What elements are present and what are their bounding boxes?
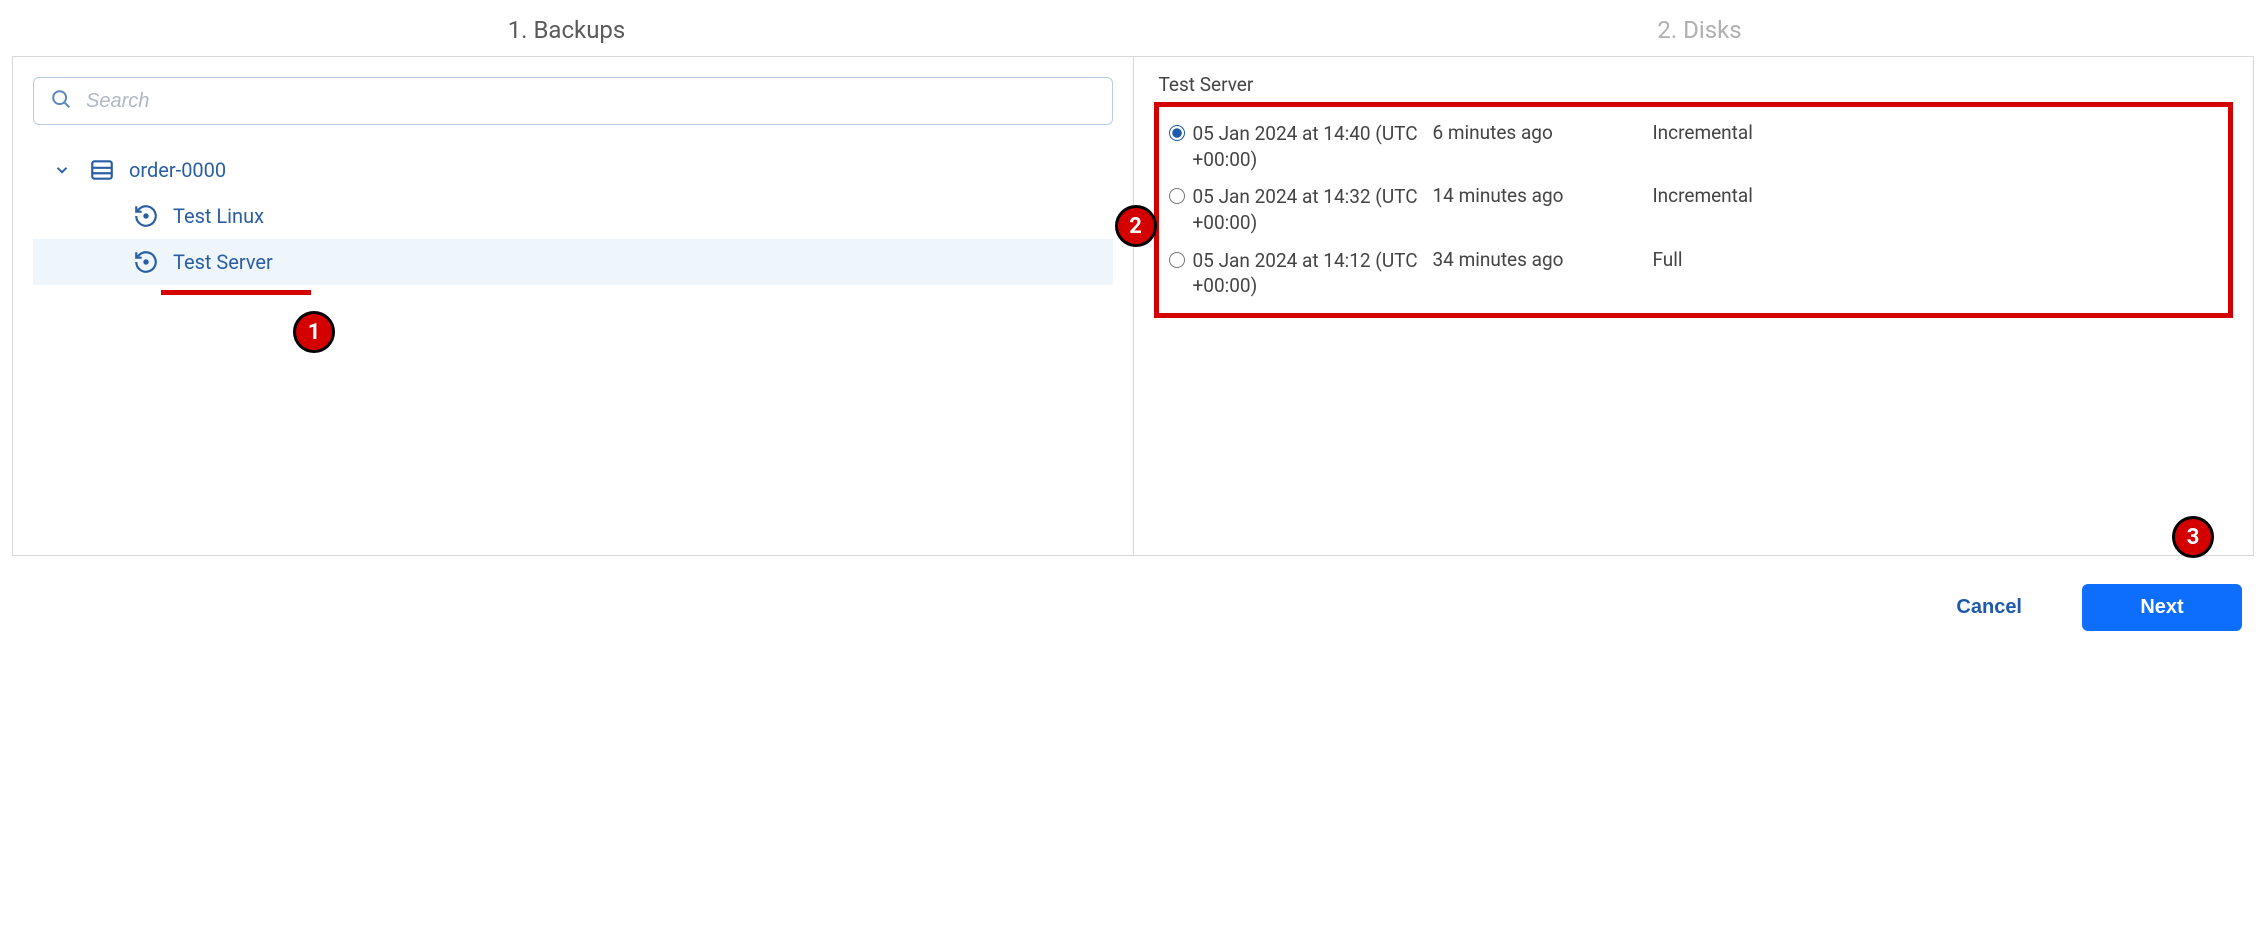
cancel-button[interactable]: Cancel xyxy=(1920,584,2058,631)
backup-row[interactable]: 05 Jan 2024 at 14:12 (UTC +00:00) 34 min… xyxy=(1169,242,2219,305)
tree-node-parent[interactable]: order-0000 xyxy=(33,147,1113,193)
backup-radio[interactable] xyxy=(1169,188,1185,204)
annotation-badge-3: 3 xyxy=(2172,516,2214,558)
annotation-badge-1: 1 xyxy=(293,311,335,353)
backup-ago: 14 minutes ago xyxy=(1433,184,1653,207)
search-input[interactable] xyxy=(86,90,1096,113)
backup-ago: 6 minutes ago xyxy=(1433,121,1653,144)
footer: Cancel Next 3 xyxy=(0,556,2266,659)
backup-tree: order-0000 Test Linux Test Server xyxy=(33,147,1113,285)
backup-row[interactable]: 05 Jan 2024 at 14:40 (UTC +00:00) 6 minu… xyxy=(1169,115,2219,178)
backup-row[interactable]: 05 Jan 2024 at 14:32 (UTC +00:00) 14 min… xyxy=(1169,178,2219,241)
wizard-step-disks: 2. Disks xyxy=(1133,16,2266,44)
right-panel: Test Server 05 Jan 2024 at 14:40 (UTC +0… xyxy=(1134,57,2254,555)
backup-type: Incremental xyxy=(1653,121,2219,144)
backup-list: 05 Jan 2024 at 14:40 (UTC +00:00) 6 minu… xyxy=(1154,102,2234,318)
tree-node-child[interactable]: Test Linux xyxy=(33,193,1113,239)
backup-date: 05 Jan 2024 at 14:32 (UTC +00:00) xyxy=(1193,184,1433,235)
left-panel: order-0000 Test Linux Test Server 1 2 xyxy=(13,57,1134,555)
backup-radio[interactable] xyxy=(1169,252,1185,268)
search-icon xyxy=(50,88,72,114)
tree-node-label: Test Linux xyxy=(173,204,264,228)
panel-title: Test Server xyxy=(1154,73,2234,96)
wizard-steps: 1. Backups 2. Disks xyxy=(0,0,2266,56)
restore-icon xyxy=(133,203,159,229)
tree-node-child[interactable]: Test Server xyxy=(33,239,1113,285)
backup-type: Incremental xyxy=(1653,184,2219,207)
backup-ago: 34 minutes ago xyxy=(1433,248,1653,271)
tree-node-label: Test Server xyxy=(173,250,273,274)
restore-icon xyxy=(133,249,159,275)
main-container: order-0000 Test Linux Test Server 1 2 Te… xyxy=(12,56,2254,556)
backup-radio[interactable] xyxy=(1169,125,1185,141)
backup-type: Full xyxy=(1653,248,2219,271)
wizard-step-backups[interactable]: 1. Backups xyxy=(0,16,1133,44)
annotation-badge-2: 2 xyxy=(1115,205,1157,247)
chevron-down-icon xyxy=(53,161,71,179)
backup-date: 05 Jan 2024 at 14:40 (UTC +00:00) xyxy=(1193,121,1433,172)
server-icon xyxy=(89,157,115,183)
next-button[interactable]: Next xyxy=(2082,584,2242,631)
search-wrapper[interactable] xyxy=(33,77,1113,125)
backup-date: 05 Jan 2024 at 14:12 (UTC +00:00) xyxy=(1193,248,1433,299)
annotation-underline xyxy=(161,290,311,295)
tree-node-label: order-0000 xyxy=(129,158,226,182)
